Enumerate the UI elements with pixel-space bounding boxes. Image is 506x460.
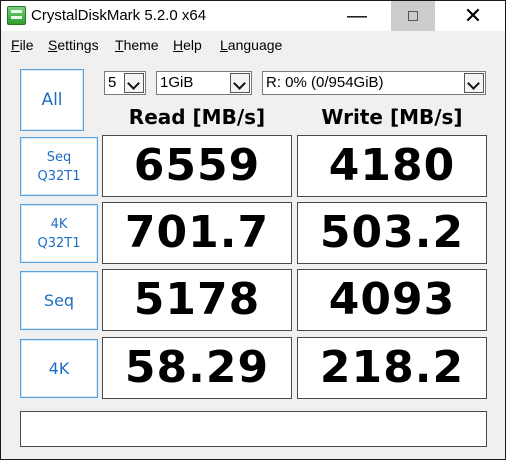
all-button[interactable]: All [20, 69, 84, 131]
seq-q32t1-read-value: 6559 [102, 135, 292, 197]
menu-language-label: anguage [227, 37, 283, 53]
4k-button[interactable]: 4K [20, 339, 98, 398]
seq-q32t1-write-value: 4180 [297, 135, 487, 197]
menu-file[interactable]: File [11, 37, 34, 53]
menu-theme-accel: T [115, 37, 124, 53]
drive-select[interactable]: R: 0% (0/954GiB) [262, 71, 486, 95]
test-count-value: 5 [108, 74, 117, 91]
menu-language[interactable]: Language [220, 37, 282, 53]
4k-q32t1-read-value: 701.7 [102, 202, 292, 264]
menu-theme[interactable]: Theme [115, 37, 159, 53]
menu-settings-accel: S [48, 37, 58, 53]
title-bar[interactable]: CrystalDiskMark 5.2.0 x64 — ✕ [1, 1, 505, 31]
4k-q32t1-button[interactable]: 4K Q32T1 [20, 204, 98, 263]
test-label-line1: Seq [46, 149, 72, 165]
maximize-button[interactable] [391, 1, 435, 31]
comment-field[interactable] [20, 411, 487, 447]
crystaldiskmark-app-icon[interactable] [7, 6, 26, 25]
test-count-select[interactable]: 5 [104, 71, 146, 95]
seq-read-value: 5178 [102, 269, 292, 331]
menu-language-accel: L [220, 37, 228, 53]
seq-button[interactable]: Seq [20, 271, 98, 330]
seq-write-value: 4093 [297, 269, 487, 331]
test-label-line1: Seq [43, 291, 75, 310]
chevron-down-icon[interactable] [124, 73, 144, 93]
test-size-select[interactable]: 1GiB [156, 71, 252, 95]
menu-bar: File Settings Theme Help Language [1, 35, 505, 57]
close-button[interactable]: ✕ [451, 1, 495, 31]
app-window: CrystalDiskMark 5.2.0 x64 — ✕ File Setti… [0, 0, 506, 460]
4k-read-value: 58.29 [102, 337, 292, 399]
maximize-icon [408, 11, 418, 21]
read-column-header: Read [MB/s] [128, 105, 266, 129]
chevron-down-icon[interactable] [230, 73, 250, 93]
test-size-value: 1GiB [160, 74, 194, 91]
menu-help[interactable]: Help [173, 37, 202, 53]
test-label-line1: 4K [48, 359, 70, 378]
menu-file-label: ile [19, 37, 34, 53]
seq-q32t1-button[interactable]: Seq Q32T1 [20, 137, 98, 196]
menu-theme-label: heme [123, 37, 159, 53]
write-column-header: Write [MB/s] [321, 105, 463, 129]
test-label-line2: Q32T1 [37, 168, 81, 184]
window-title: CrystalDiskMark 5.2.0 x64 [31, 7, 207, 24]
menu-settings[interactable]: Settings [48, 37, 99, 53]
menu-help-accel: H [173, 37, 184, 53]
test-label-line2: Q32T1 [37, 235, 81, 251]
4k-write-value: 218.2 [297, 337, 487, 399]
drive-value: R: 0% (0/954GiB) [266, 74, 384, 91]
minimize-button[interactable]: — [335, 1, 379, 31]
chevron-down-icon[interactable] [464, 73, 484, 93]
menu-settings-label: ettings [57, 37, 99, 53]
4k-q32t1-write-value: 503.2 [297, 202, 487, 264]
menu-file-accel: F [11, 37, 20, 53]
menu-help-label: elp [183, 37, 202, 53]
test-label-line1: 4K [50, 216, 68, 232]
